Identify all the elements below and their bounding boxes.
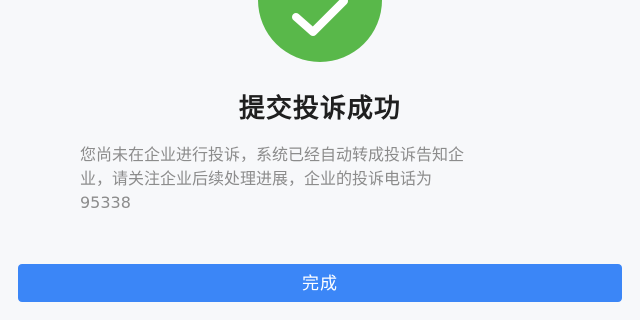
done-button[interactable]: 完成 (18, 264, 622, 302)
message-line: 业，请关注企业后续处理进展，企业的投诉电话为 (80, 169, 433, 188)
message-line: 您尚未在企业进行投诉，系统已经自动转成投诉告知企 (80, 145, 465, 164)
page-title: 提交投诉成功 (238, 94, 401, 124)
message-line: 95338 (80, 193, 131, 212)
success-badge (258, 0, 382, 62)
success-circle (258, 0, 382, 62)
complaint-success-screen: 提交投诉成功 您尚未在企业进行投诉，系统已经自动转成投诉告知企 业，请关注企业后… (0, 0, 640, 320)
checkmark-icon (292, 0, 348, 36)
success-message: 您尚未在企业进行投诉，系统已经自动转成投诉告知企 业，请关注企业后续处理进展，企… (80, 143, 604, 215)
